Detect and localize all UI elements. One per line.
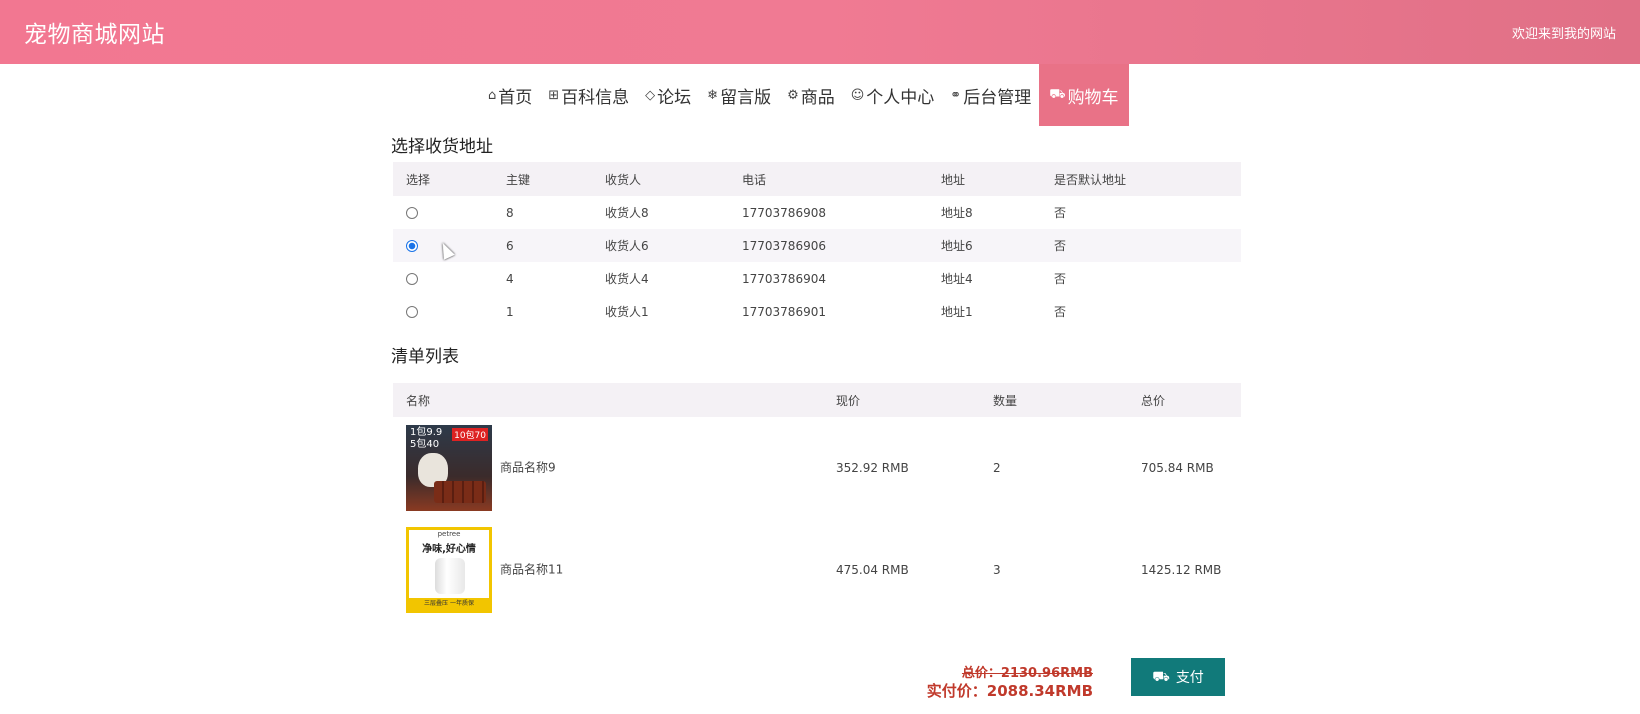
product-name: 商品名称9	[500, 460, 556, 475]
address-table: 选择 主键 收货人 电话 地址 是否默认地址 8 收货人8 1770378690…	[393, 162, 1241, 328]
cart-section-title: 清单列表	[391, 347, 459, 367]
grid-icon: ⊞	[548, 87, 560, 103]
nav-item-guestbook[interactable]: ❄ 留言版	[699, 64, 779, 126]
nav-item-forum[interactable]: ◇ 论坛	[637, 64, 699, 126]
link-icon: ⚭	[950, 87, 962, 103]
welcome-text: 欢迎来到我的网站	[1511, 26, 1616, 42]
nav-item-admin[interactable]: ⚭ 后台管理	[942, 64, 1039, 126]
column-header: 总价	[1128, 383, 1241, 417]
cart-table: 名称 现价 数量 总价 1包9.9 5包40 10包70 商品名称9 352.9…	[393, 383, 1241, 621]
gear-icon: ⚙	[787, 87, 799, 103]
column-header: 名称	[393, 383, 823, 417]
address-radio[interactable]	[406, 273, 418, 285]
user-icon: ☺	[850, 87, 865, 103]
treat-graphic	[434, 481, 486, 503]
nav-item-cart[interactable]: ⛟ 购物车	[1039, 64, 1129, 126]
snowflake-icon: ❄	[707, 87, 719, 103]
product-image[interactable]: 1包9.9 5包40 10包70	[406, 425, 492, 511]
nav-item-encyclopedia[interactable]: ⊞ 百科信息	[540, 64, 637, 126]
home-icon: ⌂	[488, 87, 497, 103]
site-title[interactable]: 宠物商城网站	[24, 15, 165, 49]
table-row: petree 净味,好心情 三层叠压 一年质保 商品名称11 475.04 RM…	[393, 519, 1241, 621]
column-header: 数量	[980, 383, 1128, 417]
table-header-row: 名称 现价 数量 总价	[393, 383, 1241, 417]
column-header: 选择	[393, 162, 493, 196]
column-header: 是否默认地址	[1041, 162, 1241, 196]
column-header: 现价	[823, 383, 980, 417]
tissue-roll-graphic	[435, 558, 465, 594]
product-name: 商品名称11	[500, 562, 564, 577]
column-header: 电话	[729, 162, 928, 196]
table-row[interactable]: 4 收货人4 17703786904 地址4 否	[393, 262, 1241, 295]
payment-summary: 总价：2130.96RMB 实付价：2088.34RMB ⛟ 支付	[393, 640, 1241, 714]
column-header: 收货人	[592, 162, 729, 196]
column-header: 地址	[928, 162, 1041, 196]
actual-total: 实付价：2088.34RMB	[926, 682, 1093, 700]
nav-item-profile[interactable]: ☺ 个人中心	[843, 64, 943, 126]
tag-icon: ◇	[645, 87, 656, 103]
main-nav: ⌂ 首页 ⊞ 百科信息 ◇ 论坛 ❄ 留言版 ⚙ 商品 ☺ 个人中心 ⚭ 后台管理 ⛟ 购物车	[480, 64, 1129, 126]
cart-icon: ⛟	[1152, 667, 1170, 684]
column-header: 主键	[493, 162, 592, 196]
nav-item-products[interactable]: ⚙ 商品	[779, 64, 843, 126]
table-row: 1包9.9 5包40 10包70 商品名称9 352.92 RMB 2 705.…	[393, 417, 1241, 519]
product-image[interactable]: petree 净味,好心情 三层叠压 一年质保	[406, 527, 492, 613]
table-header-row: 选择 主键 收货人 电话 地址 是否默认地址	[393, 162, 1241, 196]
table-row[interactable]: 1 收货人1 17703786901 地址1 否	[393, 295, 1241, 328]
cart-icon: ⛟	[1049, 86, 1066, 102]
nav-item-home[interactable]: ⌂ 首页	[480, 64, 540, 126]
pay-button[interactable]: ⛟ 支付	[1131, 658, 1225, 696]
site-header: 宠物商城网站 欢迎来到我的网站	[0, 0, 1640, 64]
address-radio[interactable]	[406, 207, 418, 219]
table-row[interactable]: 8 收货人8 17703786908 地址8 否	[393, 196, 1241, 229]
address-radio-selected[interactable]	[406, 240, 418, 252]
address-section-title: 选择收货地址	[391, 137, 493, 157]
original-total: 总价：2130.96RMB	[961, 666, 1093, 681]
address-radio[interactable]	[406, 306, 418, 318]
table-row[interactable]: 6 收货人6 17703786906 地址6 否	[393, 229, 1241, 262]
